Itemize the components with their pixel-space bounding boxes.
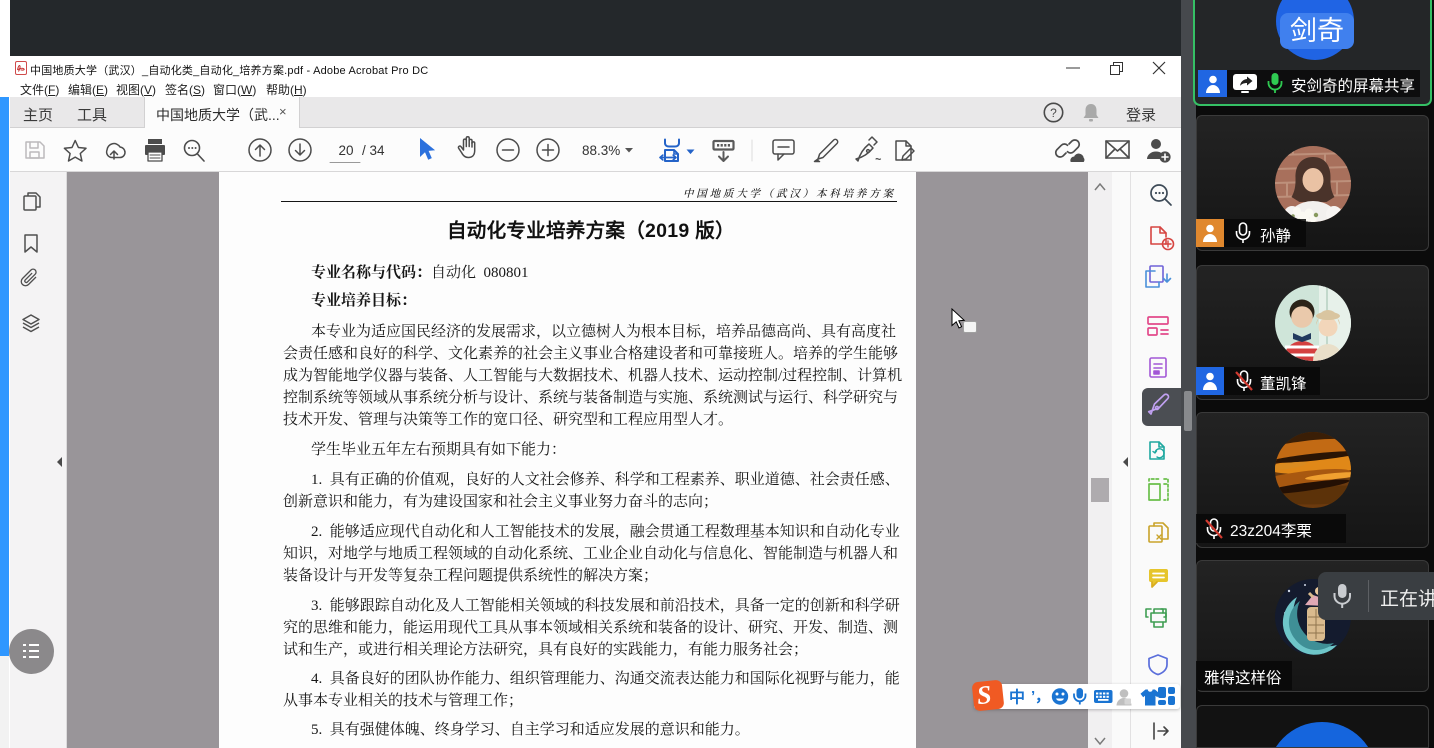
svg-text:中: 中	[1010, 688, 1025, 707]
svg-text:’，: ’，	[1031, 688, 1050, 705]
